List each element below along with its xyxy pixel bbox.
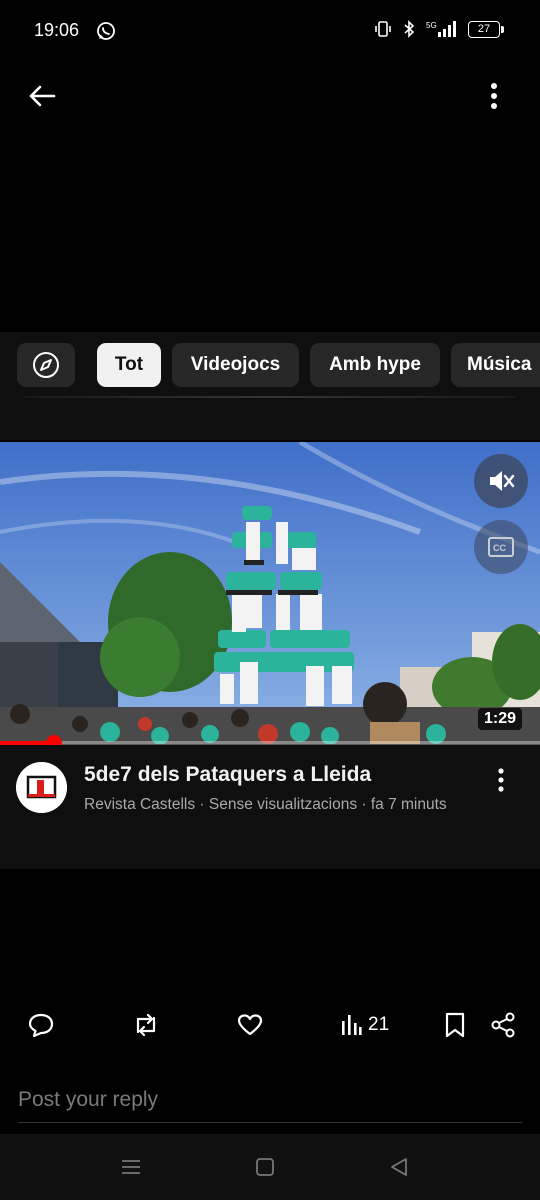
more-vertical-icon <box>491 83 497 109</box>
vibrate-icon <box>375 21 391 37</box>
video-duration: 1:29 <box>478 708 523 730</box>
whatsapp-icon <box>97 22 115 40</box>
more-vertical-icon <box>498 768 504 792</box>
system-back-button[interactable] <box>384 1152 414 1182</box>
channel-logo <box>16 762 67 813</box>
bookmark-icon <box>445 1012 465 1038</box>
back-button[interactable] <box>24 78 60 114</box>
status-time: 19:06 <box>34 20 80 40</box>
chip-videojocs[interactable]: Videojocs <box>172 343 299 387</box>
chip-tot[interactable]: Tot <box>97 343 161 387</box>
chips-divider <box>25 396 515 398</box>
repost-icon <box>136 1013 156 1037</box>
home-button[interactable] <box>250 1152 280 1182</box>
volume-muted-icon <box>490 471 515 491</box>
bluetooth-icon <box>404 20 415 38</box>
triangle-back-icon <box>391 1158 407 1176</box>
channel-avatar[interactable] <box>16 762 67 813</box>
battery-indicator: 27 <box>468 20 504 38</box>
reply-button[interactable] <box>28 1008 54 1042</box>
svg-text:CC: CC <box>493 543 506 553</box>
more-options-button[interactable] <box>478 78 510 114</box>
menu-lines-icon <box>122 1160 140 1174</box>
like-button[interactable] <box>237 1008 263 1042</box>
video-player[interactable] <box>0 442 540 744</box>
home-square-icon <box>256 1158 274 1176</box>
share-icon <box>491 1012 515 1038</box>
video-more-button[interactable] <box>490 766 512 794</box>
closed-captions-icon: CC <box>488 537 514 557</box>
svg-text:5G: 5G <box>426 21 437 30</box>
video-title[interactable]: 5de7 dels Pataquers a Lleida <box>84 763 371 787</box>
recents-button[interactable] <box>116 1152 146 1182</box>
status-icons: 5G 27 <box>374 20 504 38</box>
video-metadata: Revista Castells · Sense visualitzacions… <box>84 796 447 813</box>
chip-musica[interactable]: Música <box>451 343 540 387</box>
reply-input[interactable] <box>18 1078 522 1123</box>
mute-button[interactable] <box>474 454 528 508</box>
views-button[interactable]: 21 <box>340 1008 389 1042</box>
heart-icon <box>237 1014 263 1036</box>
analytics-bars-icon <box>342 1015 362 1035</box>
repost-button[interactable] <box>132 1008 160 1042</box>
chip-amb-hype[interactable]: Amb hype <box>310 343 440 387</box>
comment-icon <box>28 1013 54 1038</box>
video-thumbnail <box>0 442 540 744</box>
explore-chip[interactable] <box>17 343 75 387</box>
back-arrow-icon <box>29 85 56 107</box>
views-count: 21 <box>368 1014 390 1035</box>
compass-icon <box>33 352 59 378</box>
bookmark-button[interactable] <box>444 1008 466 1042</box>
share-button[interactable] <box>490 1008 516 1042</box>
signal-5g-icon: 5G <box>426 21 456 37</box>
captions-button[interactable]: CC <box>474 520 528 574</box>
